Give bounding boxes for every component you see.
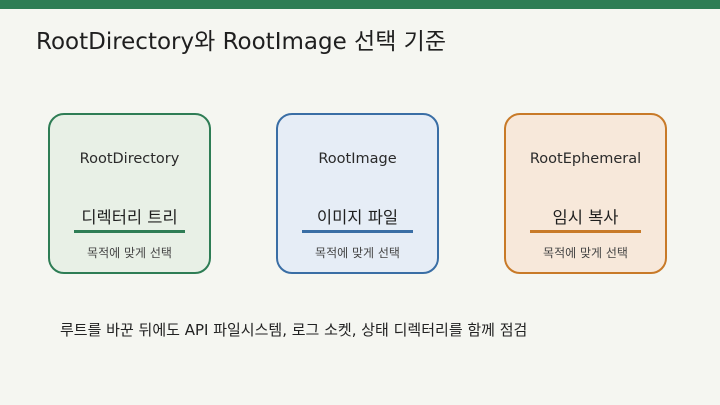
card-underline bbox=[74, 230, 185, 233]
footer-note: 루트를 바꾼 뒤에도 API 파일시스템, 로그 소켓, 상태 디렉터리를 함께… bbox=[60, 321, 528, 339]
card-subtitle: 디렉터리 트리 bbox=[81, 208, 178, 227]
card-root-directory: RootDirectory 디렉터리 트리 목적에 맞게 선택 bbox=[48, 113, 211, 274]
card-caption: 목적에 맞게 선택 bbox=[315, 246, 400, 260]
card-underline bbox=[530, 230, 641, 233]
card-underline bbox=[302, 230, 413, 233]
card-caption: 목적에 맞게 선택 bbox=[543, 246, 628, 260]
top-accent-bar bbox=[0, 0, 720, 9]
card-subtitle: 이미지 파일 bbox=[316, 208, 399, 227]
card-title: RootEphemeral bbox=[529, 151, 642, 167]
card-root-image: RootImage 이미지 파일 목적에 맞게 선택 bbox=[276, 113, 439, 274]
card-subtitle: 임시 복사 bbox=[552, 208, 619, 227]
page-title: RootDirectory와 RootImage 선택 기준 bbox=[36, 29, 446, 55]
card-caption: 목적에 맞게 선택 bbox=[87, 246, 172, 260]
card-title: RootDirectory bbox=[79, 151, 180, 167]
card-title: RootImage bbox=[318, 151, 397, 167]
card-root-ephemeral: RootEphemeral 임시 복사 목적에 맞게 선택 bbox=[504, 113, 667, 274]
